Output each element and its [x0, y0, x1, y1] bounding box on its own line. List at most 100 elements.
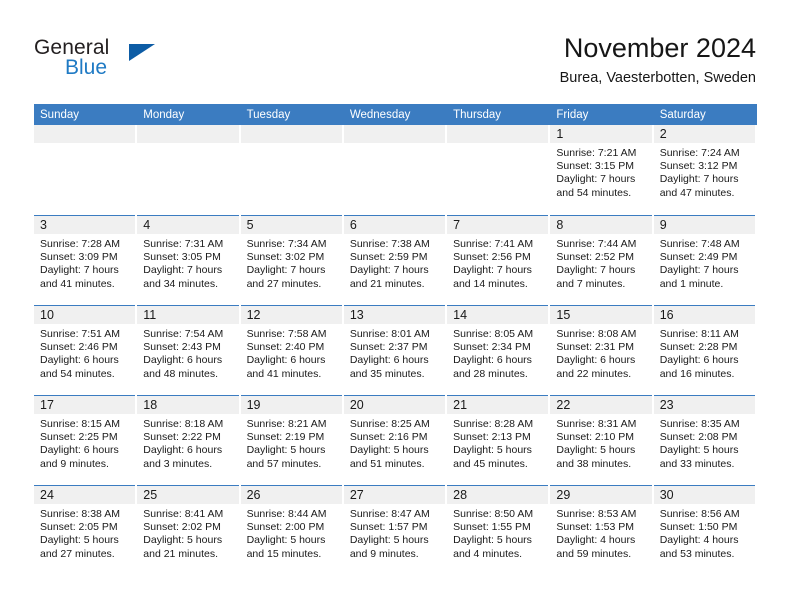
calendar-day-cell[interactable]: 14 Sunrise: 8:05 AM Sunset: 2:34 PM Dayligh…: [447, 305, 551, 395]
day-cell[interactable]: 3 Sunrise: 7:28 AM Sunset: 3:09 PM Daylight…: [34, 215, 136, 305]
calendar-day-cell[interactable]: 24 Sunrise: 8:38 AM Sunset: 2:05 PM Dayligh…: [34, 485, 138, 575]
calendar-day-cell[interactable]: 12 Sunrise: 7:58 AM Sunset: 2:40 PM Dayligh…: [240, 305, 344, 395]
day-cell[interactable]: 1 Sunrise: 7:21 AM Sunset: 3:15 PM Daylight…: [550, 125, 652, 215]
calendar-day-cell[interactable]: 15 Sunrise: 8:08 AM Sunset: 2:31 PM Dayligh…: [550, 305, 654, 395]
calendar-day-cell[interactable]: 30 Sunrise: 8:56 AM Sunset: 1:50 PM Dayligh…: [653, 485, 757, 575]
day-details: Sunrise: 8:53 AM Sunset: 1:53 PM Daylight:…: [550, 504, 651, 561]
day-cell[interactable]: 24 Sunrise: 8:38 AM Sunset: 2:05 PM Dayligh…: [34, 485, 136, 575]
day-details: Sunrise: 7:48 AM Sunset: 2:49 PM Daylight:…: [654, 234, 755, 291]
calendar-day-cell[interactable]: 22 Sunrise: 8:31 AM Sunset: 2:10 PM Dayligh…: [550, 395, 654, 485]
sunset-time: Sunset: 2:31 PM: [556, 341, 635, 354]
calendar-day-cell[interactable]: [34, 125, 138, 215]
day-cell[interactable]: 5 Sunrise: 7:34 AM Sunset: 3:02 PM Daylight…: [240, 215, 342, 305]
day-cell[interactable]: 17 Sunrise: 8:15 AM Sunset: 2:25 PM Dayligh…: [34, 395, 136, 485]
day-cell[interactable]: 20 Sunrise: 8:25 AM Sunset: 2:16 PM Dayligh…: [343, 395, 446, 485]
calendar-day-cell[interactable]: 1 Sunrise: 7:21 AM Sunset: 3:15 PM Daylight…: [550, 125, 654, 215]
daylight-duration-line1: Daylight: 5 hours: [246, 534, 326, 547]
day-number: [34, 125, 136, 143]
calendar-day-cell[interactable]: 11 Sunrise: 7:54 AM Sunset: 2:43 PM Dayligh…: [137, 305, 241, 395]
daylight-duration-line2: and 22 minutes.: [556, 367, 632, 380]
sunrise-time: Sunrise: 8:50 AM: [453, 508, 534, 520]
sunset-time: Sunset: 2:05 PM: [40, 521, 118, 534]
calendar-day-cell[interactable]: 6 Sunrise: 7:38 AM Sunset: 2:59 PM Daylight…: [343, 215, 448, 305]
sunrise-time: Sunrise: 8:05 AM: [453, 328, 534, 340]
day-cell[interactable]: 9 Sunrise: 7:48 AM Sunset: 2:49 PM Daylight…: [653, 215, 755, 305]
calendar-day-cell[interactable]: 5 Sunrise: 7:34 AM Sunset: 3:02 PM Daylight…: [240, 215, 344, 305]
sunrise-time: Sunrise: 8:38 AM: [40, 508, 120, 520]
calendar-day-cell[interactable]: 10 Sunrise: 7:51 AM Sunset: 2:46 PM Dayligh…: [34, 305, 138, 395]
calendar-day-cell[interactable]: 4 Sunrise: 7:31 AM Sunset: 3:05 PM Daylight…: [137, 215, 241, 305]
day-cell[interactable]: 8 Sunrise: 7:44 AM Sunset: 2:52 PM Daylight…: [550, 215, 652, 305]
calendar-day-cell[interactable]: [240, 125, 344, 215]
page-header: General Blue November 2024 Burea, Vaeste…: [0, 0, 792, 104]
sunset-time: Sunset: 2:25 PM: [40, 431, 118, 444]
day-cell[interactable]: 16 Sunrise: 8:11 AM Sunset: 2:28 PM Dayligh…: [653, 305, 755, 395]
day-cell-empty: [447, 125, 549, 215]
sunset-time: Sunset: 3:15 PM: [556, 160, 635, 173]
sunset-time: Sunset: 2:00 PM: [246, 521, 325, 534]
day-cell[interactable]: 25 Sunrise: 8:41 AM Sunset: 2:02 PM Dayligh…: [137, 485, 239, 575]
calendar-day-cell[interactable]: 28 Sunrise: 8:50 AM Sunset: 1:55 PM Dayligh…: [447, 485, 551, 575]
day-details: Sunrise: 7:24 AM Sunset: 3:12 PM Daylight:…: [654, 143, 755, 200]
day-details: Sunrise: 8:25 AM Sunset: 2:16 PM Daylight:…: [344, 414, 445, 471]
day-cell[interactable]: 30 Sunrise: 8:56 AM Sunset: 1:50 PM Dayligh…: [653, 485, 755, 575]
day-cell[interactable]: 18 Sunrise: 8:18 AM Sunset: 2:22 PM Dayligh…: [137, 395, 239, 485]
calendar-day-cell[interactable]: [447, 125, 551, 215]
day-cell[interactable]: 2 Sunrise: 7:24 AM Sunset: 3:12 PM Daylight…: [653, 125, 755, 215]
calendar-day-cell[interactable]: [343, 125, 448, 215]
calendar-day-cell[interactable]: 2 Sunrise: 7:24 AM Sunset: 3:12 PM Daylight…: [653, 125, 757, 215]
sunset-time: Sunset: 2:46 PM: [40, 341, 118, 354]
calendar-day-cell[interactable]: 8 Sunrise: 7:44 AM Sunset: 2:52 PM Daylight…: [550, 215, 654, 305]
calendar-day-cell[interactable]: [137, 125, 241, 215]
day-cell[interactable]: 13 Sunrise: 8:01 AM Sunset: 2:37 PM Dayligh…: [343, 305, 446, 395]
day-details: Sunrise: 7:21 AM Sunset: 3:15 PM Daylight:…: [550, 143, 651, 200]
calendar-day-cell[interactable]: 27 Sunrise: 8:47 AM Sunset: 1:57 PM Dayligh…: [343, 485, 448, 575]
day-number: 7: [447, 216, 549, 234]
day-details: Sunrise: 8:50 AM Sunset: 1:55 PM Daylight:…: [447, 504, 548, 561]
daylight-duration-line2: and 51 minutes.: [349, 457, 425, 470]
daylight-duration-line1: Daylight: 5 hours: [556, 444, 636, 457]
calendar-day-cell[interactable]: 3 Sunrise: 7:28 AM Sunset: 3:09 PM Daylight…: [34, 215, 138, 305]
day-cell[interactable]: 22 Sunrise: 8:31 AM Sunset: 2:10 PM Dayligh…: [550, 395, 652, 485]
weekday-header-thursday: Thursday: [447, 104, 551, 125]
day-cell[interactable]: 19 Sunrise: 8:21 AM Sunset: 2:19 PM Dayligh…: [240, 395, 342, 485]
calendar-day-cell[interactable]: 26 Sunrise: 8:44 AM Sunset: 2:00 PM Dayligh…: [240, 485, 344, 575]
calendar-day-cell[interactable]: 13 Sunrise: 8:01 AM Sunset: 2:37 PM Dayligh…: [343, 305, 448, 395]
calendar-day-cell[interactable]: 20 Sunrise: 8:25 AM Sunset: 2:16 PM Dayligh…: [343, 395, 448, 485]
calendar-week-row: 3 Sunrise: 7:28 AM Sunset: 3:09 PM Daylight…: [34, 215, 757, 305]
day-cell[interactable]: 29 Sunrise: 8:53 AM Sunset: 1:53 PM Dayligh…: [550, 485, 652, 575]
calendar-day-cell[interactable]: 19 Sunrise: 8:21 AM Sunset: 2:19 PM Dayligh…: [240, 395, 344, 485]
day-cell[interactable]: 7 Sunrise: 7:41 AM Sunset: 2:56 PM Daylight…: [447, 215, 549, 305]
sunrise-time: Sunrise: 8:01 AM: [349, 328, 430, 340]
calendar-day-cell[interactable]: 16 Sunrise: 8:11 AM Sunset: 2:28 PM Dayligh…: [653, 305, 757, 395]
day-cell[interactable]: 27 Sunrise: 8:47 AM Sunset: 1:57 PM Dayligh…: [343, 485, 446, 575]
day-cell[interactable]: 10 Sunrise: 7:51 AM Sunset: 2:46 PM Dayligh…: [34, 305, 136, 395]
daylight-duration-line2: and 35 minutes.: [349, 367, 425, 380]
day-cell[interactable]: 12 Sunrise: 7:58 AM Sunset: 2:40 PM Dayligh…: [240, 305, 342, 395]
day-cell[interactable]: 11 Sunrise: 7:54 AM Sunset: 2:43 PM Dayligh…: [137, 305, 239, 395]
calendar-day-cell[interactable]: 18 Sunrise: 8:18 AM Sunset: 2:22 PM Dayligh…: [137, 395, 241, 485]
day-number: 4: [137, 216, 239, 234]
daylight-duration-line1: Daylight: 5 hours: [453, 534, 532, 547]
day-cell[interactable]: 4 Sunrise: 7:31 AM Sunset: 3:05 PM Daylight…: [137, 215, 239, 305]
calendar-day-cell[interactable]: 21 Sunrise: 8:28 AM Sunset: 2:13 PM Dayligh…: [447, 395, 551, 485]
day-number: 3: [34, 216, 136, 234]
day-cell[interactable]: 14 Sunrise: 8:05 AM Sunset: 2:34 PM Dayligh…: [447, 305, 549, 395]
calendar-day-cell[interactable]: 17 Sunrise: 8:15 AM Sunset: 2:25 PM Dayligh…: [34, 395, 138, 485]
day-cell[interactable]: 28 Sunrise: 8:50 AM Sunset: 1:55 PM Dayligh…: [447, 485, 549, 575]
calendar-week-row: 17 Sunrise: 8:15 AM Sunset: 2:25 PM Dayligh…: [34, 395, 757, 485]
day-cell[interactable]: 23 Sunrise: 8:35 AM Sunset: 2:08 PM Dayligh…: [653, 395, 755, 485]
sunrise-time: Sunrise: 7:34 AM: [246, 238, 327, 250]
calendar-day-cell[interactable]: 9 Sunrise: 7:48 AM Sunset: 2:49 PM Daylight…: [653, 215, 757, 305]
calendar-day-cell[interactable]: 29 Sunrise: 8:53 AM Sunset: 1:53 PM Dayligh…: [550, 485, 654, 575]
day-number: 17: [34, 396, 136, 414]
calendar-day-cell[interactable]: 23 Sunrise: 8:35 AM Sunset: 2:08 PM Dayligh…: [653, 395, 757, 485]
day-cell[interactable]: 15 Sunrise: 8:08 AM Sunset: 2:31 PM Dayligh…: [550, 305, 652, 395]
day-cell[interactable]: 21 Sunrise: 8:28 AM Sunset: 2:13 PM Dayligh…: [447, 395, 549, 485]
calendar-day-cell[interactable]: 7 Sunrise: 7:41 AM Sunset: 2:56 PM Daylight…: [447, 215, 551, 305]
daylight-duration-line1: Daylight: 5 hours: [143, 534, 223, 547]
calendar-day-cell[interactable]: 25 Sunrise: 8:41 AM Sunset: 2:02 PM Dayligh…: [137, 485, 241, 575]
day-cell[interactable]: 6 Sunrise: 7:38 AM Sunset: 2:59 PM Daylight…: [343, 215, 446, 305]
day-number: 18: [137, 396, 239, 414]
day-cell[interactable]: 26 Sunrise: 8:44 AM Sunset: 2:00 PM Dayligh…: [240, 485, 342, 575]
